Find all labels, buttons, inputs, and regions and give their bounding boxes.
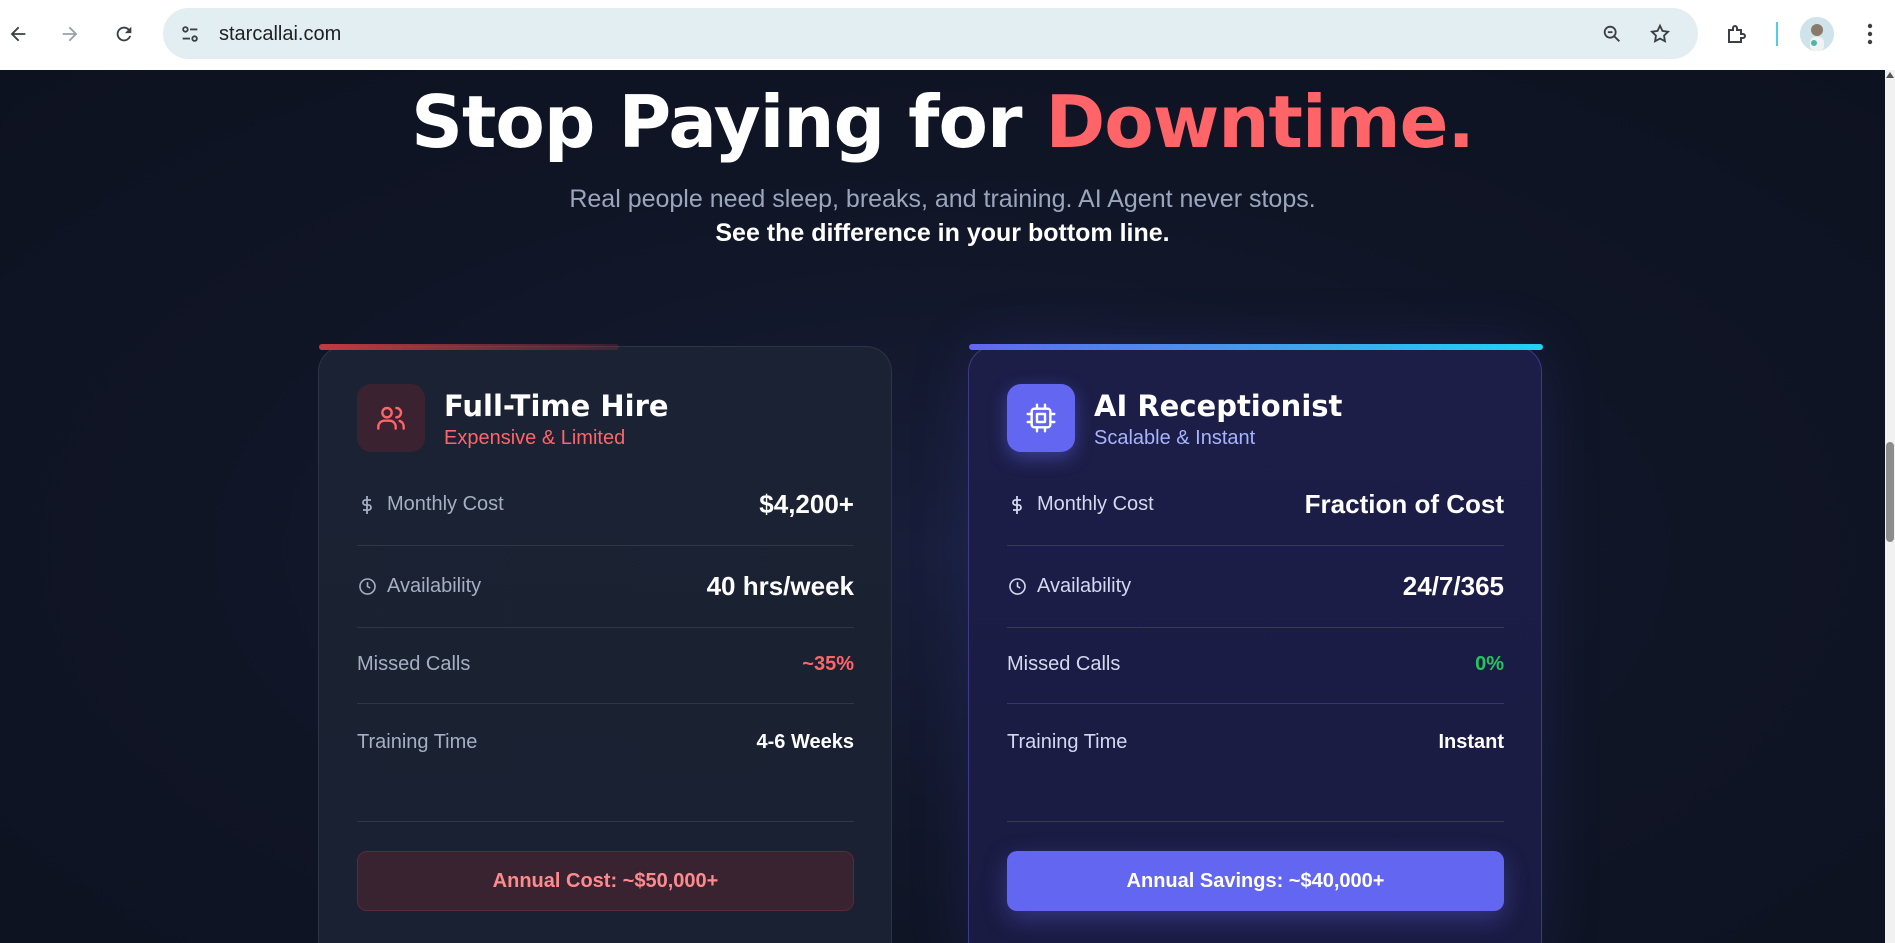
row-label-text: Training Time bbox=[1007, 731, 1128, 753]
row-divider bbox=[357, 821, 854, 822]
back-arrow-icon[interactable] bbox=[0, 16, 36, 52]
row-divider bbox=[1007, 627, 1504, 628]
card-title: Full-Time Hire bbox=[444, 389, 669, 423]
row-value: $4,200+ bbox=[759, 489, 854, 519]
headline-accent: Downtime. bbox=[1045, 80, 1475, 164]
row-value: 4-6 Weeks bbox=[756, 731, 854, 753]
row-value: 0% bbox=[1475, 653, 1504, 675]
bookmark-star-icon[interactable] bbox=[1643, 17, 1677, 51]
forward-arrow-icon[interactable] bbox=[52, 16, 88, 52]
toolbar-divider bbox=[1776, 22, 1778, 46]
row-missed-calls: Missed Calls ~35% bbox=[357, 653, 854, 679]
row-value: Fraction of Cost bbox=[1304, 489, 1504, 519]
row-training-time: Training Time Instant bbox=[1007, 731, 1504, 757]
row-label-text: Availability bbox=[1037, 575, 1132, 597]
annual-cost-button[interactable]: Annual Cost: ~$50,000+ bbox=[357, 851, 854, 911]
profile-avatar[interactable] bbox=[1800, 17, 1834, 51]
row-divider bbox=[1007, 545, 1504, 546]
row-label-text: Missed Calls bbox=[1007, 653, 1121, 675]
headline-prefix: Stop Paying for bbox=[411, 80, 1046, 164]
row-value: 40 hrs/week bbox=[706, 571, 854, 601]
url-text[interactable]: starcallai.com bbox=[219, 23, 341, 46]
row-divider bbox=[357, 545, 854, 546]
row-value: ~35% bbox=[802, 653, 854, 675]
dollar-icon bbox=[357, 495, 377, 515]
dollar-icon bbox=[1007, 495, 1027, 515]
browser-toolbar: starcallai.com bbox=[0, 0, 1895, 70]
hero-headline: Stop Paying for Downtime. bbox=[0, 80, 1885, 164]
clock-icon bbox=[357, 577, 377, 596]
card-full-time-hire: Full-Time Hire Expensive & Limited Month… bbox=[318, 344, 892, 943]
row-availability: Availability 24/7/365 bbox=[1007, 571, 1504, 601]
zoom-icon[interactable] bbox=[1595, 17, 1629, 51]
kebab-menu-icon[interactable] bbox=[1852, 16, 1888, 52]
row-label-text: Monthly Cost bbox=[1037, 493, 1154, 515]
row-value: 24/7/365 bbox=[1402, 571, 1504, 601]
cpu-chip-icon bbox=[1007, 384, 1075, 452]
annual-savings-button[interactable]: Annual Savings: ~$40,000+ bbox=[1007, 851, 1504, 911]
extensions-puzzle-icon[interactable] bbox=[1718, 16, 1754, 52]
row-value: Instant bbox=[1438, 731, 1504, 753]
page-content: Stop Paying for Downtime. Real people ne… bbox=[0, 70, 1885, 943]
row-label-text: Training Time bbox=[357, 731, 478, 753]
site-settings-icon[interactable] bbox=[173, 17, 207, 51]
page-scrollbar[interactable] bbox=[1885, 70, 1895, 943]
hero-subtitle: Real people need sleep, breaks, and trai… bbox=[569, 185, 1316, 213]
card-subtitle: Scalable & Instant bbox=[1094, 427, 1256, 449]
card-subtitle: Expensive & Limited bbox=[444, 427, 626, 449]
reload-icon[interactable] bbox=[106, 16, 142, 52]
address-bar[interactable]: starcallai.com bbox=[163, 8, 1698, 59]
clock-icon bbox=[1007, 577, 1027, 596]
row-label-text: Monthly Cost bbox=[387, 493, 504, 515]
users-icon bbox=[357, 384, 425, 452]
card-title: AI Receptionist bbox=[1094, 389, 1343, 423]
row-training-time: Training Time 4-6 Weeks bbox=[357, 731, 854, 757]
row-divider bbox=[357, 703, 854, 704]
row-monthly-cost: Monthly Cost Fraction of Cost bbox=[1007, 489, 1504, 519]
scroll-up-arrow-icon[interactable] bbox=[1886, 72, 1894, 78]
row-divider bbox=[1007, 703, 1504, 704]
row-label-text: Missed Calls bbox=[357, 653, 471, 675]
row-divider bbox=[1007, 821, 1504, 822]
row-monthly-cost: Monthly Cost $4,200+ bbox=[357, 489, 854, 519]
scrollbar-thumb[interactable] bbox=[1886, 442, 1894, 542]
card-accent-bar bbox=[319, 344, 619, 350]
row-availability: Availability 40 hrs/week bbox=[357, 571, 854, 601]
row-divider bbox=[357, 627, 854, 628]
card-ai-receptionist: AI Receptionist Scalable & Instant Month… bbox=[968, 344, 1543, 943]
card-accent-bar bbox=[969, 344, 1543, 350]
hero-subtitle-bold: See the difference in your bottom line. bbox=[715, 219, 1170, 247]
row-label-text: Availability bbox=[387, 575, 482, 597]
row-missed-calls: Missed Calls 0% bbox=[1007, 653, 1504, 679]
